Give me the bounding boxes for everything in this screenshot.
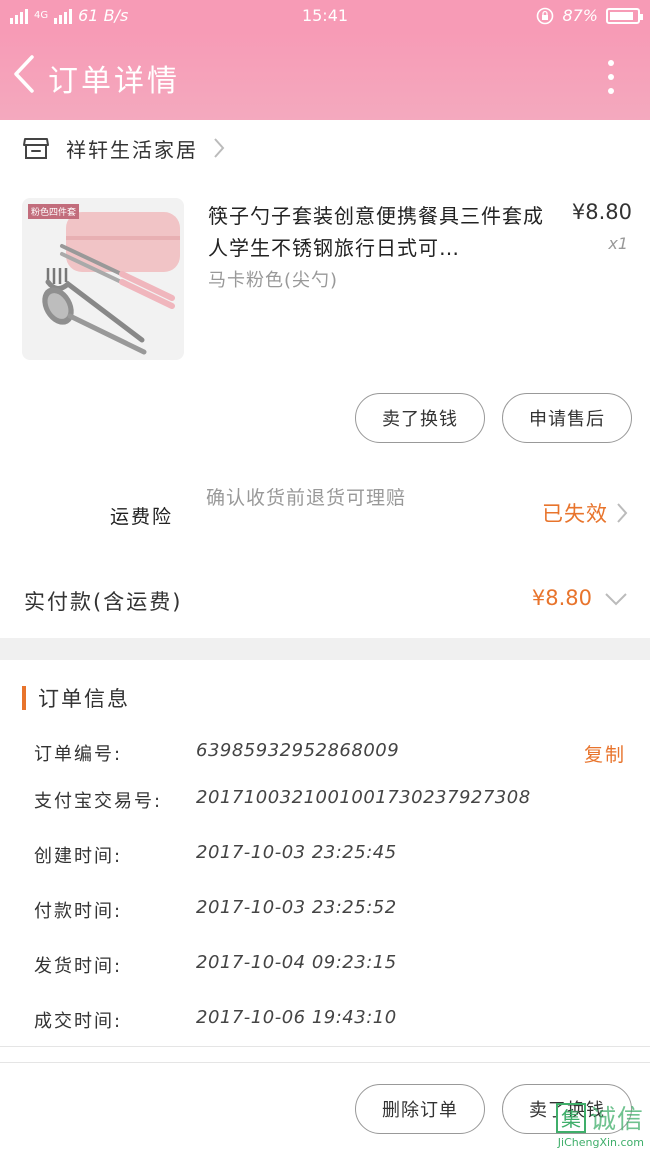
watermark-top: 集 诚信 [555, 1099, 644, 1136]
chevron-down-icon [605, 593, 627, 606]
store-icon [23, 138, 49, 159]
back-button[interactable] [10, 54, 40, 94]
info-value: 2017-10-06 19:43:10 [196, 1007, 397, 1028]
watermark-text: 诚信 [589, 1105, 644, 1135]
product-title: 筷子勺子套装创意便携餐具三件套成人学生不锈钢旅行日式可… [208, 204, 544, 260]
more-dot-icon [608, 88, 614, 94]
info-row-created: 创建时间: 2017-10-03 23:25:45 [0, 842, 650, 872]
battery-icon [606, 7, 643, 24]
store-name: 祥轩生活家居 [66, 137, 198, 162]
more-dot-icon [608, 60, 614, 66]
watermark-url: JiChengXin.com [557, 1136, 644, 1149]
info-row-completed: 成交时间: 2017-10-06 19:43:10 [0, 1007, 650, 1037]
chevron-right-icon [214, 138, 225, 158]
status-right: 87% [536, 6, 643, 25]
insurance-status-link[interactable]: 已失效 [542, 498, 628, 528]
info-key: 成交时间: [34, 1011, 123, 1032]
product-item[interactable]: 粉色四件套 筷子勺子套装创意便携餐具三件套成人学生不锈钢旅行日式可… ¥8.80… [0, 190, 650, 370]
copy-button[interactable]: 复制 [584, 740, 626, 767]
order-info-title: 订单信息 [22, 684, 130, 712]
title-accent-bar [22, 686, 26, 710]
info-row-order-number: 订单编号: 63985932952868009 复制 [0, 740, 650, 770]
product-image[interactable]: 粉色四件套 [22, 198, 184, 360]
battery-percent: 87% [562, 6, 598, 25]
insurance-label: 运费险 [110, 506, 174, 528]
info-key: 发货时间: [34, 956, 123, 977]
info-value: 2017-10-04 09:23:15 [196, 952, 397, 973]
store-row[interactable]: 祥轩生活家居 [0, 120, 650, 176]
divider [0, 1062, 650, 1063]
payment-amount: ¥8.80 [531, 586, 592, 610]
info-value: 2017100321001001730237927308 [196, 787, 531, 808]
after-sale-button[interactable]: 申请售后 [502, 393, 632, 443]
page-title: 订单详情 [48, 64, 180, 99]
chevron-right-icon [617, 503, 628, 523]
info-value: 63985932952868009 [196, 740, 400, 761]
nav-bar: 订单详情 [0, 32, 650, 120]
shipping-insurance-row: 运费险 确认收货前退货可理赔 已失效 [0, 476, 650, 556]
info-row-paid: 付款时间: 2017-10-03 23:25:52 [0, 897, 650, 927]
info-value: 2017-10-03 23:25:52 [196, 897, 397, 918]
info-row-shipped: 发货时间: 2017-10-04 09:23:15 [0, 952, 650, 982]
image-tag: 粉色四件套 [28, 204, 80, 219]
product-price: ¥8.80 [571, 200, 632, 224]
product-quantity: x1 [608, 234, 628, 253]
watermark: 集 诚信 JiChengXin.com [555, 1099, 644, 1149]
payment-label: 实付款(含运费) [24, 590, 183, 614]
info-key: 付款时间: [34, 901, 123, 922]
info-key: 订单编号: [34, 744, 123, 765]
info-value: 2017-10-03 23:25:45 [196, 842, 397, 863]
info-key: 支付宝交易号: [34, 791, 163, 812]
info-key: 创建时间: [34, 846, 123, 867]
cutlery-image [42, 212, 180, 355]
section-divider [0, 638, 650, 660]
more-dot-icon [608, 74, 614, 80]
delete-order-button[interactable]: 删除订单 [355, 1084, 485, 1134]
watermark-mark: 集 [555, 1102, 586, 1133]
lock-rotation-icon [537, 7, 554, 24]
chevron-left-icon [14, 55, 34, 93]
divider [0, 1046, 650, 1047]
product-variant: 马卡粉色(尖勺) [208, 270, 339, 291]
order-info-heading: 订单信息 [38, 687, 130, 711]
info-row-alipay-trade: 支付宝交易号: 2017100321001001730237927308 [0, 787, 650, 817]
more-options-button[interactable] [606, 60, 616, 94]
battery-fill [610, 11, 633, 20]
sell-button[interactable]: 卖了换钱 [355, 393, 485, 443]
insurance-description: 确认收货前退货可理赔 [206, 487, 407, 509]
status-bar: 4G 61 B/s 15:41 87% [0, 0, 650, 32]
payment-row[interactable]: 实付款(含运费) ¥8.80 [0, 572, 650, 632]
insurance-status: 已失效 [542, 502, 608, 526]
